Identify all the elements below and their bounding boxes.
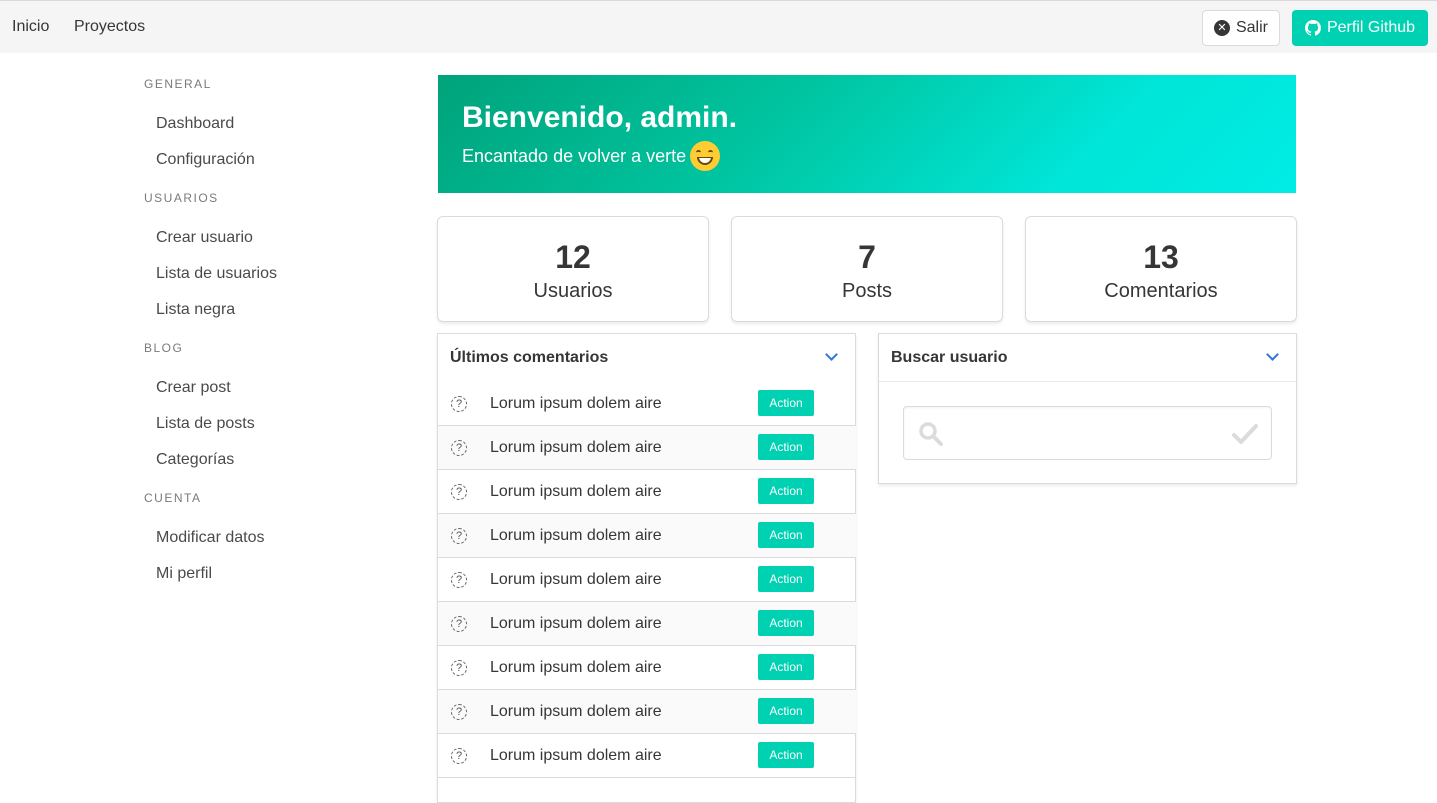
chevron-down-icon[interactable] [1266, 348, 1279, 361]
welcome-hero: Bienvenido, admin. Encantado de volver a… [438, 75, 1296, 193]
menu-label-cuenta: CUENTA [144, 491, 202, 505]
comment-text: Lorum ipsum dolem aire [490, 571, 662, 588]
sidebar-item-crear-usuario[interactable]: Crear usuario [156, 229, 253, 247]
hero-subtitle-row: Encantado de volver a verte [462, 141, 721, 171]
question-circle-icon: ? [451, 748, 467, 764]
question-circle-icon: ? [451, 396, 467, 412]
list-item: ? Lorum ipsum dolem aire Action [438, 602, 856, 646]
list-item: ? Lorum ipsum dolem aire Action [438, 514, 856, 558]
sidebar-item-modificar-datos[interactable]: Modificar datos [156, 529, 265, 547]
stat-value: 12 [555, 239, 591, 275]
github-icon [1304, 20, 1321, 36]
card-header: Últimos comentarios [438, 334, 855, 382]
list-item: ? Lorum ipsum dolem aire Action [438, 558, 856, 602]
action-button[interactable]: Action [758, 522, 814, 548]
question-circle-icon: ? [451, 616, 467, 632]
chevron-down-icon[interactable] [825, 348, 838, 361]
action-button[interactable]: Action [758, 566, 814, 592]
comment-text: Lorum ipsum dolem aire [490, 659, 662, 676]
list-item: ? Lorum ipsum dolem aire Action [438, 690, 856, 734]
question-circle-icon: ? [451, 440, 467, 456]
comment-text: Lorum ipsum dolem aire [490, 703, 662, 720]
action-button[interactable]: Action [758, 390, 814, 416]
card-title: Últimos comentarios [450, 349, 609, 366]
latest-comments-card: Últimos comentarios ? Lorum ipsum dolem a… [437, 333, 856, 803]
question-circle-icon: ? [451, 572, 467, 588]
grinning-face-icon [690, 141, 721, 171]
menu-label-blog: BLOG [144, 341, 184, 355]
search-user-card: Buscar usuario [878, 333, 1297, 484]
sidebar-item-mi-perfil[interactable]: Mi perfil [156, 565, 212, 583]
hero-title: Bienvenido, admin. [462, 101, 738, 134]
comment-text: Lorum ipsum dolem aire [490, 747, 662, 764]
stat-label: Usuarios [533, 280, 613, 302]
sidebar-item-lista-posts[interactable]: Lista de posts [156, 415, 255, 433]
close-circle-icon: ✕ [1213, 20, 1230, 36]
question-circle-icon: ? [451, 660, 467, 676]
action-button[interactable]: Action [758, 478, 814, 504]
question-circle-icon: ? [451, 704, 467, 720]
check-icon [1232, 424, 1258, 444]
action-button[interactable]: Action [758, 698, 814, 724]
stat-tile-posts: 7 Posts [731, 216, 1003, 322]
comment-text: Lorum ipsum dolem aire [490, 439, 662, 456]
action-button[interactable]: Action [758, 742, 814, 768]
action-button[interactable]: Action [758, 434, 814, 460]
card-header: Buscar usuario [879, 334, 1296, 382]
github-label: Perfil Github [1326, 19, 1416, 36]
list-item: ? Lorum ipsum dolem aire Action [438, 734, 856, 778]
menu-label-general: GENERAL [144, 77, 212, 91]
sidebar-item-dashboard[interactable]: Dashboard [156, 115, 234, 133]
stat-tile-usuarios: 12 Usuarios [437, 216, 709, 322]
search-icon [919, 422, 943, 446]
logout-button[interactable]: ✕ Salir [1202, 10, 1280, 46]
stat-value: 7 [858, 239, 876, 275]
stat-label: Comentarios [1104, 280, 1218, 302]
nav-link-proyectos[interactable]: Proyectos [74, 18, 145, 36]
sidebar-item-configuracion[interactable]: Configuración [156, 151, 255, 169]
sidebar-item-lista-usuarios[interactable]: Lista de usuarios [156, 265, 277, 283]
stat-tile-comentarios: 13 Comentarios [1025, 216, 1297, 322]
question-circle-icon: ? [451, 484, 467, 500]
menu-label-usuarios: USUARIOS [144, 191, 219, 205]
sidebar-item-crear-post[interactable]: Crear post [156, 379, 231, 397]
comment-text: Lorum ipsum dolem aire [490, 483, 662, 500]
search-input[interactable] [903, 406, 1272, 460]
sidebar-item-categorias[interactable]: Categorías [156, 451, 234, 469]
hero-subtitle: Encantado de volver a verte [462, 145, 687, 166]
comment-text: Lorum ipsum dolem aire [490, 527, 662, 544]
logout-label: Salir [1235, 19, 1268, 36]
list-item: ? Lorum ipsum dolem aire Action [438, 382, 856, 426]
comment-text: Lorum ipsum dolem aire [490, 615, 662, 632]
list-item: ? Lorum ipsum dolem aire Action [438, 426, 856, 470]
action-button[interactable]: Action [758, 654, 814, 680]
list-item: ? Lorum ipsum dolem aire Action [438, 646, 856, 690]
nav-link-inicio[interactable]: Inicio [12, 18, 49, 36]
stat-value: 13 [1143, 239, 1179, 275]
question-circle-icon: ? [451, 528, 467, 544]
top-navbar: Inicio Proyectos ✕ Salir Perfil Github [0, 0, 1437, 53]
action-button[interactable]: Action [758, 610, 814, 636]
comment-text: Lorum ipsum dolem aire [490, 395, 662, 412]
card-title: Buscar usuario [891, 349, 1008, 366]
list-item: ? Lorum ipsum dolem aire Action [438, 470, 856, 514]
github-profile-button[interactable]: Perfil Github [1292, 10, 1428, 46]
sidebar-item-lista-negra[interactable]: Lista negra [156, 301, 235, 319]
stat-label: Posts [841, 280, 893, 302]
